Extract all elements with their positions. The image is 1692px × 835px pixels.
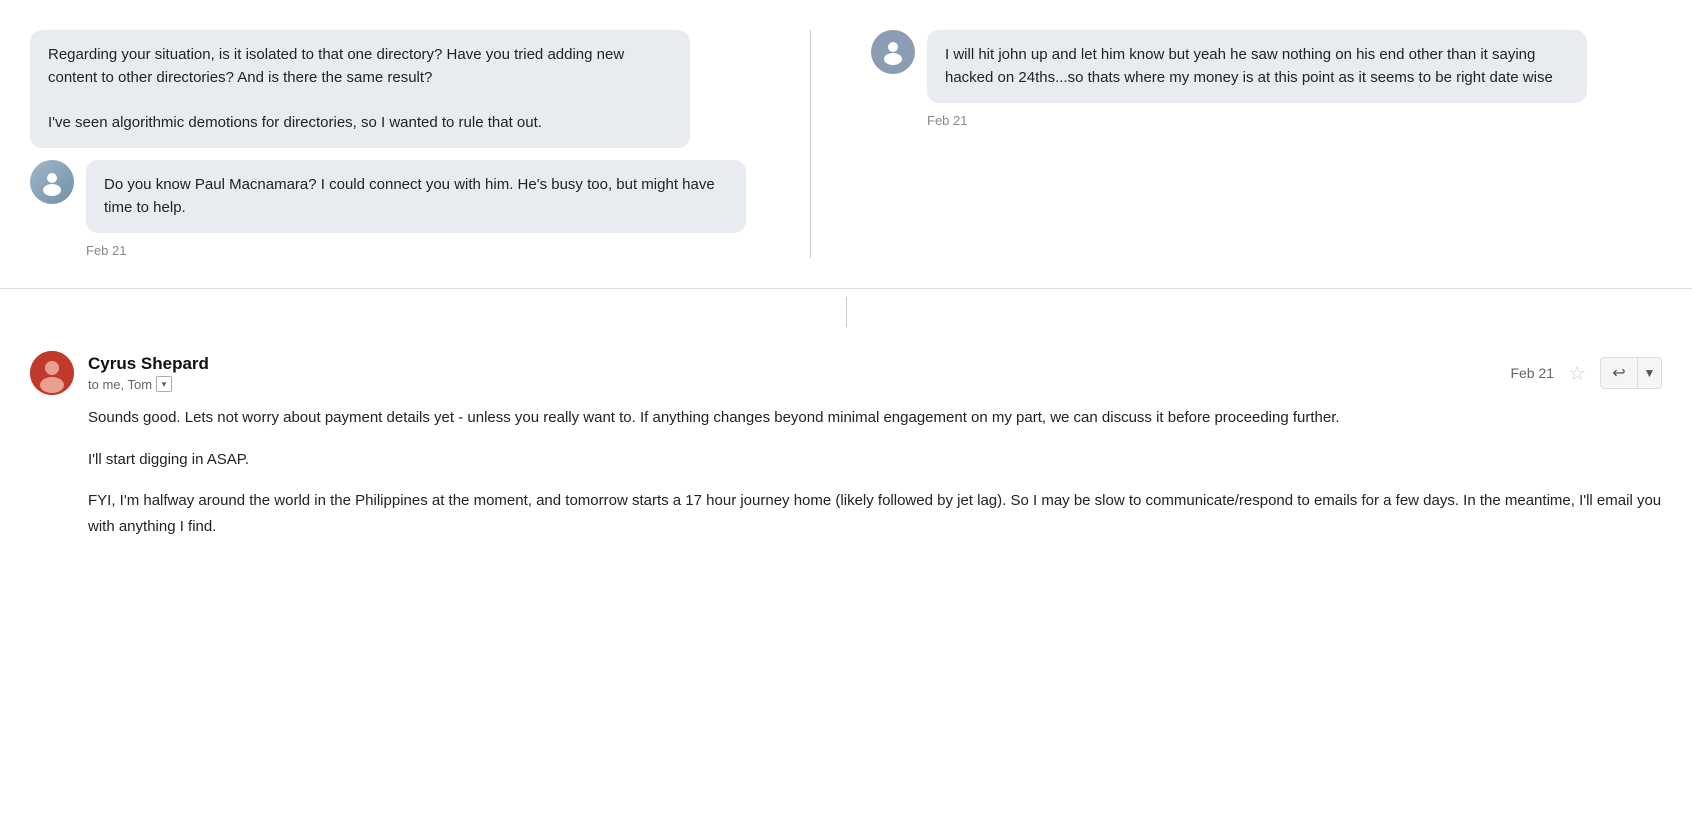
email-meta-right: Feb 21 ☆ ↩ ▼ <box>1510 357 1662 389</box>
message-bubble-2: Do you know Paul Macnamara? I could conn… <box>30 160 780 258</box>
avatar-left <box>30 160 74 204</box>
email-body: Sounds good. Lets not worry about paymen… <box>30 405 1662 539</box>
email-header: Cyrus Shepard to me, Tom ▾ Feb 21 ☆ ↩ ▼ <box>30 351 1662 395</box>
email-date: Feb 21 <box>1510 365 1554 381</box>
more-actions-button[interactable]: ▼ <box>1638 357 1662 389</box>
chat-left: Regarding your situation, is it isolated… <box>30 30 810 258</box>
message-bubble-1: Regarding your situation, is it isolated… <box>30 30 780 148</box>
bubble-2-time: Feb 21 <box>86 243 746 258</box>
avatar-right <box>871 30 915 74</box>
email-section: Cyrus Shepard to me, Tom ▾ Feb 21 ☆ ↩ ▼ … <box>0 335 1692 569</box>
email-body-para-3: FYI, I'm halfway around the world in the… <box>88 488 1662 539</box>
email-sender-info: Cyrus Shepard to me, Tom ▾ <box>88 354 1510 392</box>
email-body-para-1: Sounds good. Lets not worry about paymen… <box>88 405 1662 431</box>
chat-right: I will hit john up and let him know but … <box>811 30 1662 258</box>
recipients-dropdown[interactable]: ▾ <box>156 376 172 392</box>
recipients-text: to me, Tom <box>88 377 152 392</box>
bubble-2-col: Do you know Paul Macnamara? I could conn… <box>86 160 746 258</box>
email-recipients: to me, Tom ▾ <box>88 376 1510 392</box>
email-sender-avatar <box>30 351 74 395</box>
center-divider-wrapper <box>0 289 1692 335</box>
bubble-right-1-time: Feb 21 <box>927 113 1587 128</box>
action-group: ↩ ▼ <box>1600 357 1662 389</box>
bubble-text-2: Do you know Paul Macnamara? I could conn… <box>86 160 746 233</box>
email-body-para-2: I'll start digging in ASAP. <box>88 447 1662 473</box>
chat-messages: Regarding your situation, is it isolated… <box>0 20 1692 278</box>
bubble-text-1: Regarding your situation, is it isolated… <box>30 30 690 148</box>
reply-button[interactable]: ↩ <box>1600 357 1638 389</box>
bubble-right-col: I will hit john up and let him know but … <box>927 30 1587 128</box>
message-bubble-right-1: I will hit john up and let him know but … <box>871 30 1662 128</box>
bubble-text-right-1: I will hit john up and let him know but … <box>927 30 1587 103</box>
conversation-area: Regarding your situation, is it isolated… <box>0 0 1692 569</box>
star-icon[interactable]: ☆ <box>1568 361 1586 386</box>
email-sender-name: Cyrus Shepard <box>88 354 1510 374</box>
center-line <box>846 297 847 327</box>
